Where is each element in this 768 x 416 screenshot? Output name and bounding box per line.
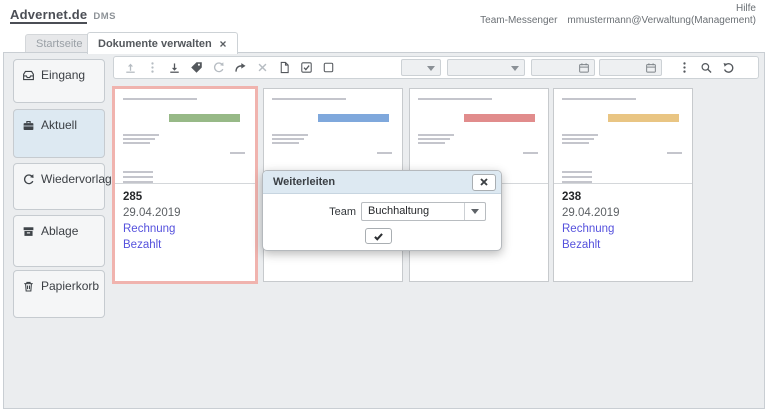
new-document-icon[interactable] <box>278 61 291 74</box>
deselect-all-icon[interactable] <box>322 61 335 74</box>
chevron-down-icon <box>511 66 519 71</box>
document-id: 285 <box>123 189 247 205</box>
upload-icon[interactable] <box>124 61 137 74</box>
sidebar-item-ablage[interactable]: Ablage <box>13 215 105 267</box>
redo-icon <box>22 173 35 186</box>
confirm-button[interactable] <box>365 228 392 244</box>
sidebar-item-papierkorb[interactable]: Papierkorb <box>13 270 105 318</box>
document-id: 238 <box>562 189 684 205</box>
product-label: DMS <box>93 11 116 22</box>
search-icon[interactable] <box>700 61 713 74</box>
download-icon[interactable] <box>168 61 181 74</box>
document-card[interactable]: 285 29.04.2019 Rechnung Bezahlt <box>112 86 258 284</box>
date-to-input[interactable] <box>599 59 662 76</box>
select-all-icon[interactable] <box>300 61 313 74</box>
trash-icon <box>22 280 35 293</box>
sidebar-item-eingang[interactable]: Eingang <box>13 59 105 103</box>
document-date: 29.04.2019 <box>562 205 684 221</box>
tab-close-icon[interactable] <box>219 40 227 48</box>
document-color-bar <box>608 114 679 122</box>
calendar-icon[interactable] <box>578 62 590 74</box>
dialog-header: Weiterleiten <box>263 171 501 194</box>
tab-dokumente-verwalten[interactable]: Dokumente verwalten <box>87 32 238 54</box>
close-button[interactable] <box>472 174 496 191</box>
toolbar <box>113 56 759 79</box>
document-type-link[interactable]: Rechnung <box>123 221 247 237</box>
app-header: Advernet.de DMS Hilfe Team-Messenger mmu… <box>0 0 768 30</box>
tab-bar: Startseite Dokumente verwalten <box>0 30 768 53</box>
reset-icon[interactable] <box>722 61 735 74</box>
help-link[interactable]: Hilfe <box>480 3 756 15</box>
document-status-link[interactable]: Bezahlt <box>123 237 247 253</box>
archive-icon <box>22 225 35 238</box>
document-status-link[interactable]: Bezahlt <box>562 237 684 253</box>
filter-select-large[interactable] <box>447 59 525 76</box>
document-color-bar <box>169 114 240 122</box>
refresh-icon[interactable] <box>212 61 225 74</box>
forward-dialog: Weiterleiten Team Buchhaltung <box>262 170 502 251</box>
document-preview <box>554 89 692 184</box>
sidebar-item-aktuell[interactable]: Aktuell <box>13 109 105 158</box>
briefcase-icon <box>22 119 35 132</box>
tag-icon[interactable] <box>190 61 203 74</box>
document-card[interactable]: 238 29.04.2019 Rechnung Bezahlt <box>553 88 693 282</box>
document-color-bar <box>464 114 535 122</box>
team-select-value: Buchhaltung <box>368 205 429 217</box>
chevron-down-icon <box>427 66 435 71</box>
team-label: Team <box>263 206 361 218</box>
document-preview <box>115 89 255 184</box>
tab-startseite[interactable]: Startseite <box>25 34 93 53</box>
more-options-icon[interactable] <box>146 61 159 74</box>
calendar-icon[interactable] <box>645 62 657 74</box>
date-from-input[interactable] <box>531 59 595 76</box>
filter-select-small[interactable] <box>401 59 441 76</box>
dialog-title: Weiterleiten <box>273 176 472 188</box>
document-type-link[interactable]: Rechnung <box>562 221 684 237</box>
main-panel: Eingang Aktuell Wiedervorlage Ablage Pap… <box>3 52 765 409</box>
forward-icon[interactable] <box>234 61 247 74</box>
user-info: mmustermann@Verwaltung(Management) <box>567 15 756 27</box>
app-logo: Advernet.de DMS <box>10 7 116 24</box>
filter-more-icon[interactable] <box>678 61 691 74</box>
sidebar-item-wiedervorlage[interactable]: Wiedervorlage <box>13 163 105 210</box>
team-select[interactable]: Buchhaltung <box>361 202 486 221</box>
delete-icon[interactable] <box>256 61 269 74</box>
chevron-down-icon[interactable] <box>464 203 485 220</box>
logo-text: Advernet.de <box>10 7 87 24</box>
document-date: 29.04.2019 <box>123 205 247 221</box>
document-color-bar <box>318 114 389 122</box>
team-messenger-link[interactable]: Team-Messenger <box>480 15 557 27</box>
inbox-icon <box>22 69 35 82</box>
